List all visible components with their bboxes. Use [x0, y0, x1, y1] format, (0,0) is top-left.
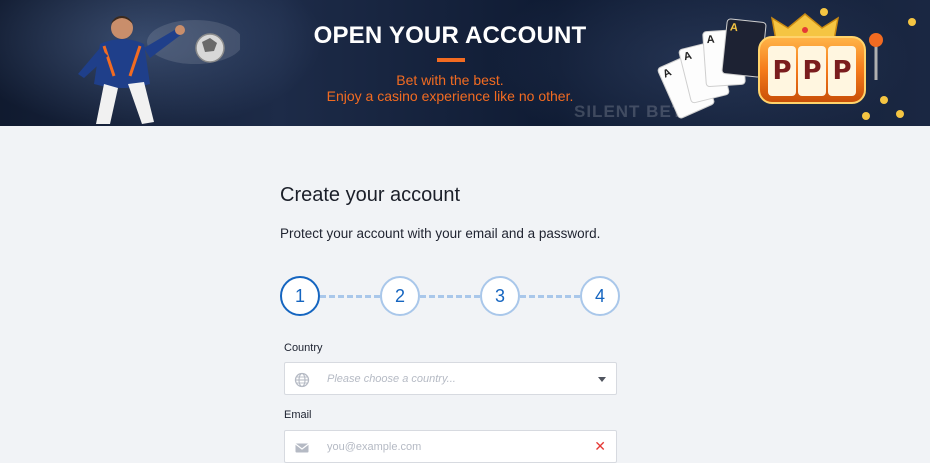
- coin-icon: [820, 8, 828, 16]
- coin-icon: [880, 96, 888, 104]
- globe-icon: [294, 372, 310, 388]
- country-select[interactable]: Please choose a country...: [284, 362, 617, 395]
- step-4: 4: [580, 276, 620, 316]
- banner-title-underline: [437, 58, 465, 62]
- envelope-icon: [295, 443, 309, 453]
- card-rank: A: [661, 66, 674, 81]
- slot-machine-icon: P P P: [758, 36, 866, 104]
- email-field[interactable]: you@example.com ✕: [284, 430, 617, 463]
- coin-icon: [862, 112, 870, 120]
- country-label: Country: [284, 342, 323, 354]
- form-heading: Create your account: [280, 184, 461, 206]
- watermark-text: SILENT BET: [574, 102, 684, 121]
- step-2: 2: [380, 276, 420, 316]
- coin-icon: [908, 18, 916, 26]
- card-rank: A: [682, 49, 694, 64]
- slot-reel: P: [798, 46, 826, 96]
- step-connector: [420, 295, 480, 298]
- slot-reel: P: [768, 46, 796, 96]
- email-label: Email: [284, 409, 312, 421]
- error-x-icon: ✕: [594, 438, 606, 454]
- step-connector: [320, 295, 380, 298]
- chevron-down-icon[interactable]: [598, 377, 606, 382]
- banner-subtitle-line1: Bet with the best.: [396, 72, 504, 88]
- card-rank: A: [729, 21, 739, 35]
- silentbet-watermark: SILENT BET: [574, 102, 683, 122]
- step-3: 3: [480, 276, 520, 316]
- card-rank: A: [706, 33, 716, 47]
- form-subtext: Protect your account with your email and…: [280, 226, 601, 241]
- registration-stepper: 1 2 3 4: [280, 276, 620, 318]
- email-placeholder: you@example.com: [327, 441, 422, 453]
- step-1: 1: [280, 276, 320, 316]
- country-placeholder: Please choose a country...: [327, 373, 456, 385]
- football-player-illustration: [78, 16, 240, 124]
- coin-icon: [896, 110, 904, 118]
- banner-title: OPEN YOUR ACCOUNT: [313, 22, 587, 49]
- slot-reel: P: [828, 46, 856, 96]
- step-connector: [520, 295, 580, 298]
- promo-banner: OPEN YOUR ACCOUNT Bet with the best. Enj…: [0, 0, 930, 126]
- slot-lever-icon: [869, 33, 883, 80]
